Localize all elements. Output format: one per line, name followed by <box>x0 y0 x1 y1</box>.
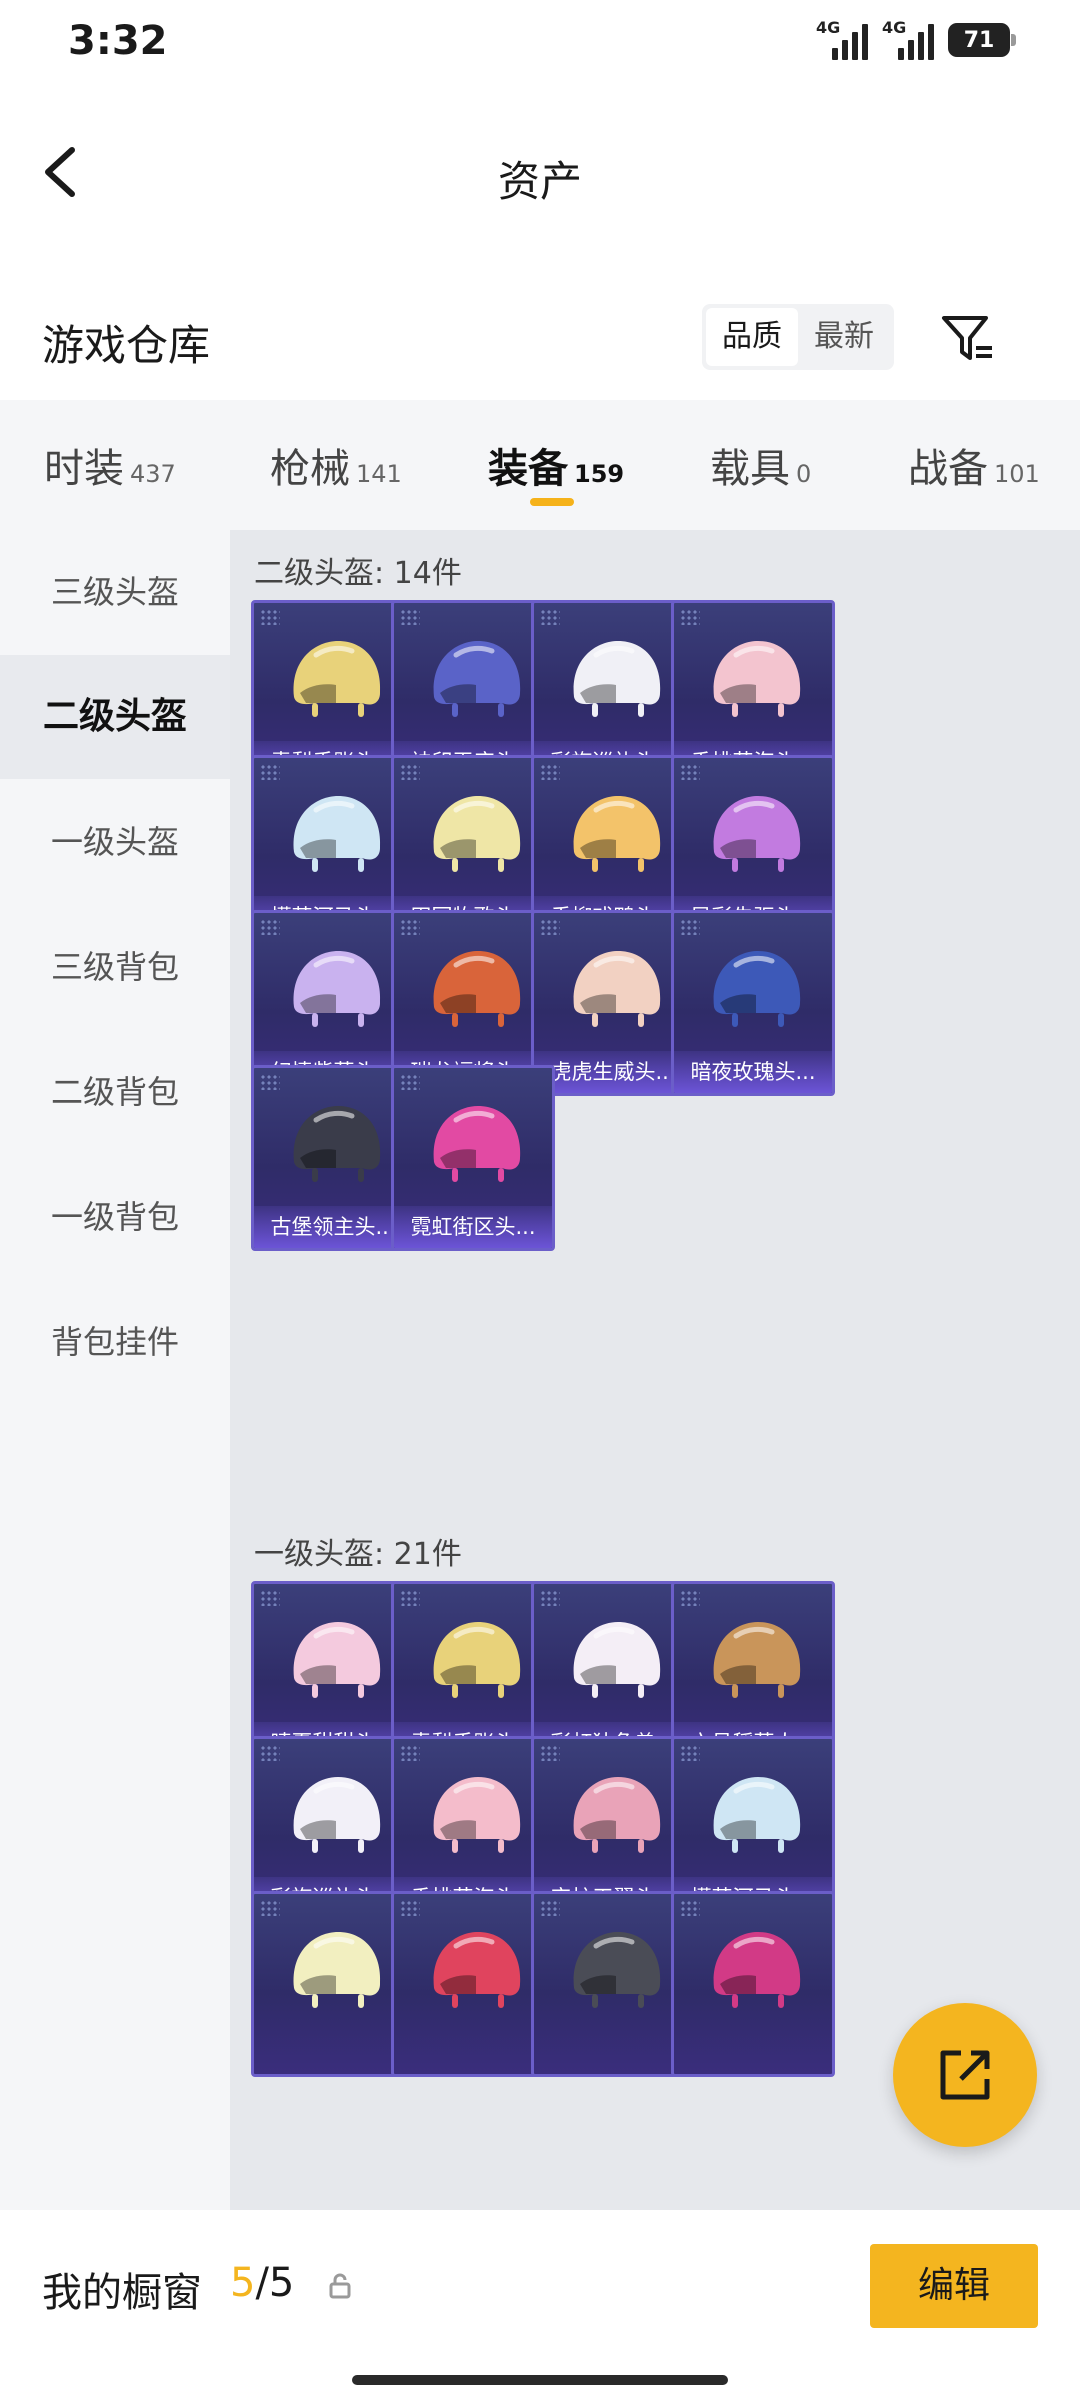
tab-count: 437 <box>130 460 176 488</box>
tab-guns[interactable]: 枪械 141 <box>270 436 402 494</box>
helmet-icon <box>293 1622 381 1698</box>
tab-count: 159 <box>574 460 625 488</box>
tab-label: 枪械 <box>270 446 350 492</box>
helmet-icon <box>573 796 661 872</box>
helmet-icon <box>713 796 801 872</box>
sort-option-quality[interactable]: 品质 <box>706 308 798 366</box>
sidebar-item-backpack-charm[interactable]: 背包挂件 <box>0 1280 230 1404</box>
showcase-label: 我的橱窗 <box>42 2270 202 2316</box>
sidebar-item-level3-helmet[interactable]: 三级头盔 <box>0 530 230 654</box>
tab-label: 装备 <box>488 446 568 492</box>
tab-equipment[interactable]: 装备 159 <box>488 436 624 494</box>
category-tabs: 时装 437 枪械 141 装备 159 载具 0 战备 101 <box>0 400 1080 530</box>
item-card[interactable]: 霓虹街区头... <box>391 1065 555 1251</box>
helmet-icon <box>293 796 381 872</box>
signal-icon: 4G <box>816 18 868 60</box>
page-title: 资产 <box>497 157 582 206</box>
item-caption: 暗夜玫瑰头... <box>674 1051 832 1093</box>
item-caption: 虎虎生威头... <box>534 1051 692 1093</box>
helmet-icon <box>573 951 661 1027</box>
item-caption: 古堡领主头... <box>254 1206 412 1248</box>
helmet-icon <box>433 951 521 1027</box>
sidebar-item-level1-backpack[interactable]: 一级背包 <box>0 1155 230 1279</box>
item-name: 古堡领主头... <box>270 1215 396 1239</box>
helmet-icon <box>433 1777 521 1853</box>
item-card[interactable] <box>671 1891 835 2077</box>
helmet-icon <box>573 1932 661 2008</box>
sidebar: 三级头盔 二级头盔 一级头盔 三级背包 二级背包 一级背包 背包挂件 <box>0 530 230 2210</box>
helmet-icon <box>573 641 661 717</box>
item-name: 虎虎生威头... <box>550 1060 676 1084</box>
tab-count: 0 <box>796 460 812 488</box>
tab-count: 141 <box>356 460 402 488</box>
tab-label: 战备 <box>908 446 988 492</box>
helmet-icon <box>433 641 521 717</box>
helmet-icon <box>293 1106 381 1182</box>
tab-label: 时装 <box>44 446 124 492</box>
status-bar: 3:32 4G 4G 71 <box>0 0 1080 90</box>
home-indicator <box>352 2375 728 2385</box>
warehouse-bar: 游戏仓库 品质 最新 <box>0 290 1080 390</box>
share-icon <box>940 2050 990 2100</box>
share-button[interactable] <box>893 2003 1037 2147</box>
sidebar-item-level3-backpack[interactable]: 三级背包 <box>0 905 230 1029</box>
sidebar-item-level1-helmet[interactable]: 一级头盔 <box>0 780 230 904</box>
tab-label: 载具 <box>710 446 790 492</box>
tab-vehicles[interactable]: 载具 0 <box>710 436 811 494</box>
helmet-icon <box>433 1622 521 1698</box>
showcase-current: 5 <box>230 2260 256 2306</box>
network-type-label: 4G <box>816 18 841 37</box>
showcase-total: /5 <box>255 2260 295 2306</box>
status-time: 3:32 <box>68 18 168 64</box>
bottom-bar: 我的橱窗 5/5 编辑 <box>0 2210 1080 2400</box>
helmet-icon <box>293 641 381 717</box>
item-card[interactable]: 暗夜玫瑰头... <box>671 910 835 1096</box>
edit-button[interactable]: 编辑 <box>870 2244 1038 2328</box>
battery-level: 71 <box>963 27 995 53</box>
network-type-label: 4G <box>882 18 907 37</box>
item-caption: 霓虹街区头... <box>394 1206 552 1248</box>
helmet-icon <box>433 796 521 872</box>
sort-toggle: 品质 最新 <box>702 304 894 370</box>
lock-icon <box>326 2272 354 2300</box>
item-grid: 二级头盔: 14件 一级头盔: 21件 青梨手账头...神印王座头...彩旗巡礼… <box>230 530 1080 2210</box>
filter-icon[interactable] <box>940 312 996 368</box>
helmet-icon <box>293 1932 381 2008</box>
tab-count: 101 <box>994 460 1040 488</box>
helmet-icon <box>293 951 381 1027</box>
section-title: 二级头盔: 14件 <box>254 556 462 591</box>
helmet-icon <box>713 951 801 1027</box>
sidebar-item-level2-backpack[interactable]: 二级背包 <box>0 1030 230 1154</box>
helmet-icon <box>713 641 801 717</box>
helmet-icon <box>573 1777 661 1853</box>
helmet-icon <box>573 1622 661 1698</box>
item-name: 霓虹街区头... <box>410 1215 536 1239</box>
section-title: 一级头盔: 21件 <box>254 1537 462 1572</box>
helmet-icon <box>433 1932 521 2008</box>
signal-icon: 4G <box>882 18 934 60</box>
status-icons: 4G 4G 71 <box>816 18 1016 60</box>
showcase-count: 5/5 <box>230 2260 294 2306</box>
tab-fashion[interactable]: 时装 437 <box>44 436 176 494</box>
item-name: 暗夜玫瑰头... <box>690 1060 816 1084</box>
header: 资产 <box>0 120 1080 230</box>
helmet-icon <box>713 1622 801 1698</box>
warehouse-title: 游戏仓库 <box>42 321 211 370</box>
helmet-icon <box>293 1777 381 1853</box>
helmet-icon <box>433 1106 521 1182</box>
helmet-icon <box>713 1777 801 1853</box>
sort-option-newest[interactable]: 最新 <box>798 308 890 366</box>
helmet-icon <box>713 1932 801 2008</box>
sidebar-item-level2-helmet[interactable]: 二级头盔 <box>0 655 230 779</box>
tab-battle-gear[interactable]: 战备 101 <box>908 436 1040 494</box>
tab-indicator <box>530 498 574 506</box>
battery-icon: 71 <box>948 23 1016 57</box>
